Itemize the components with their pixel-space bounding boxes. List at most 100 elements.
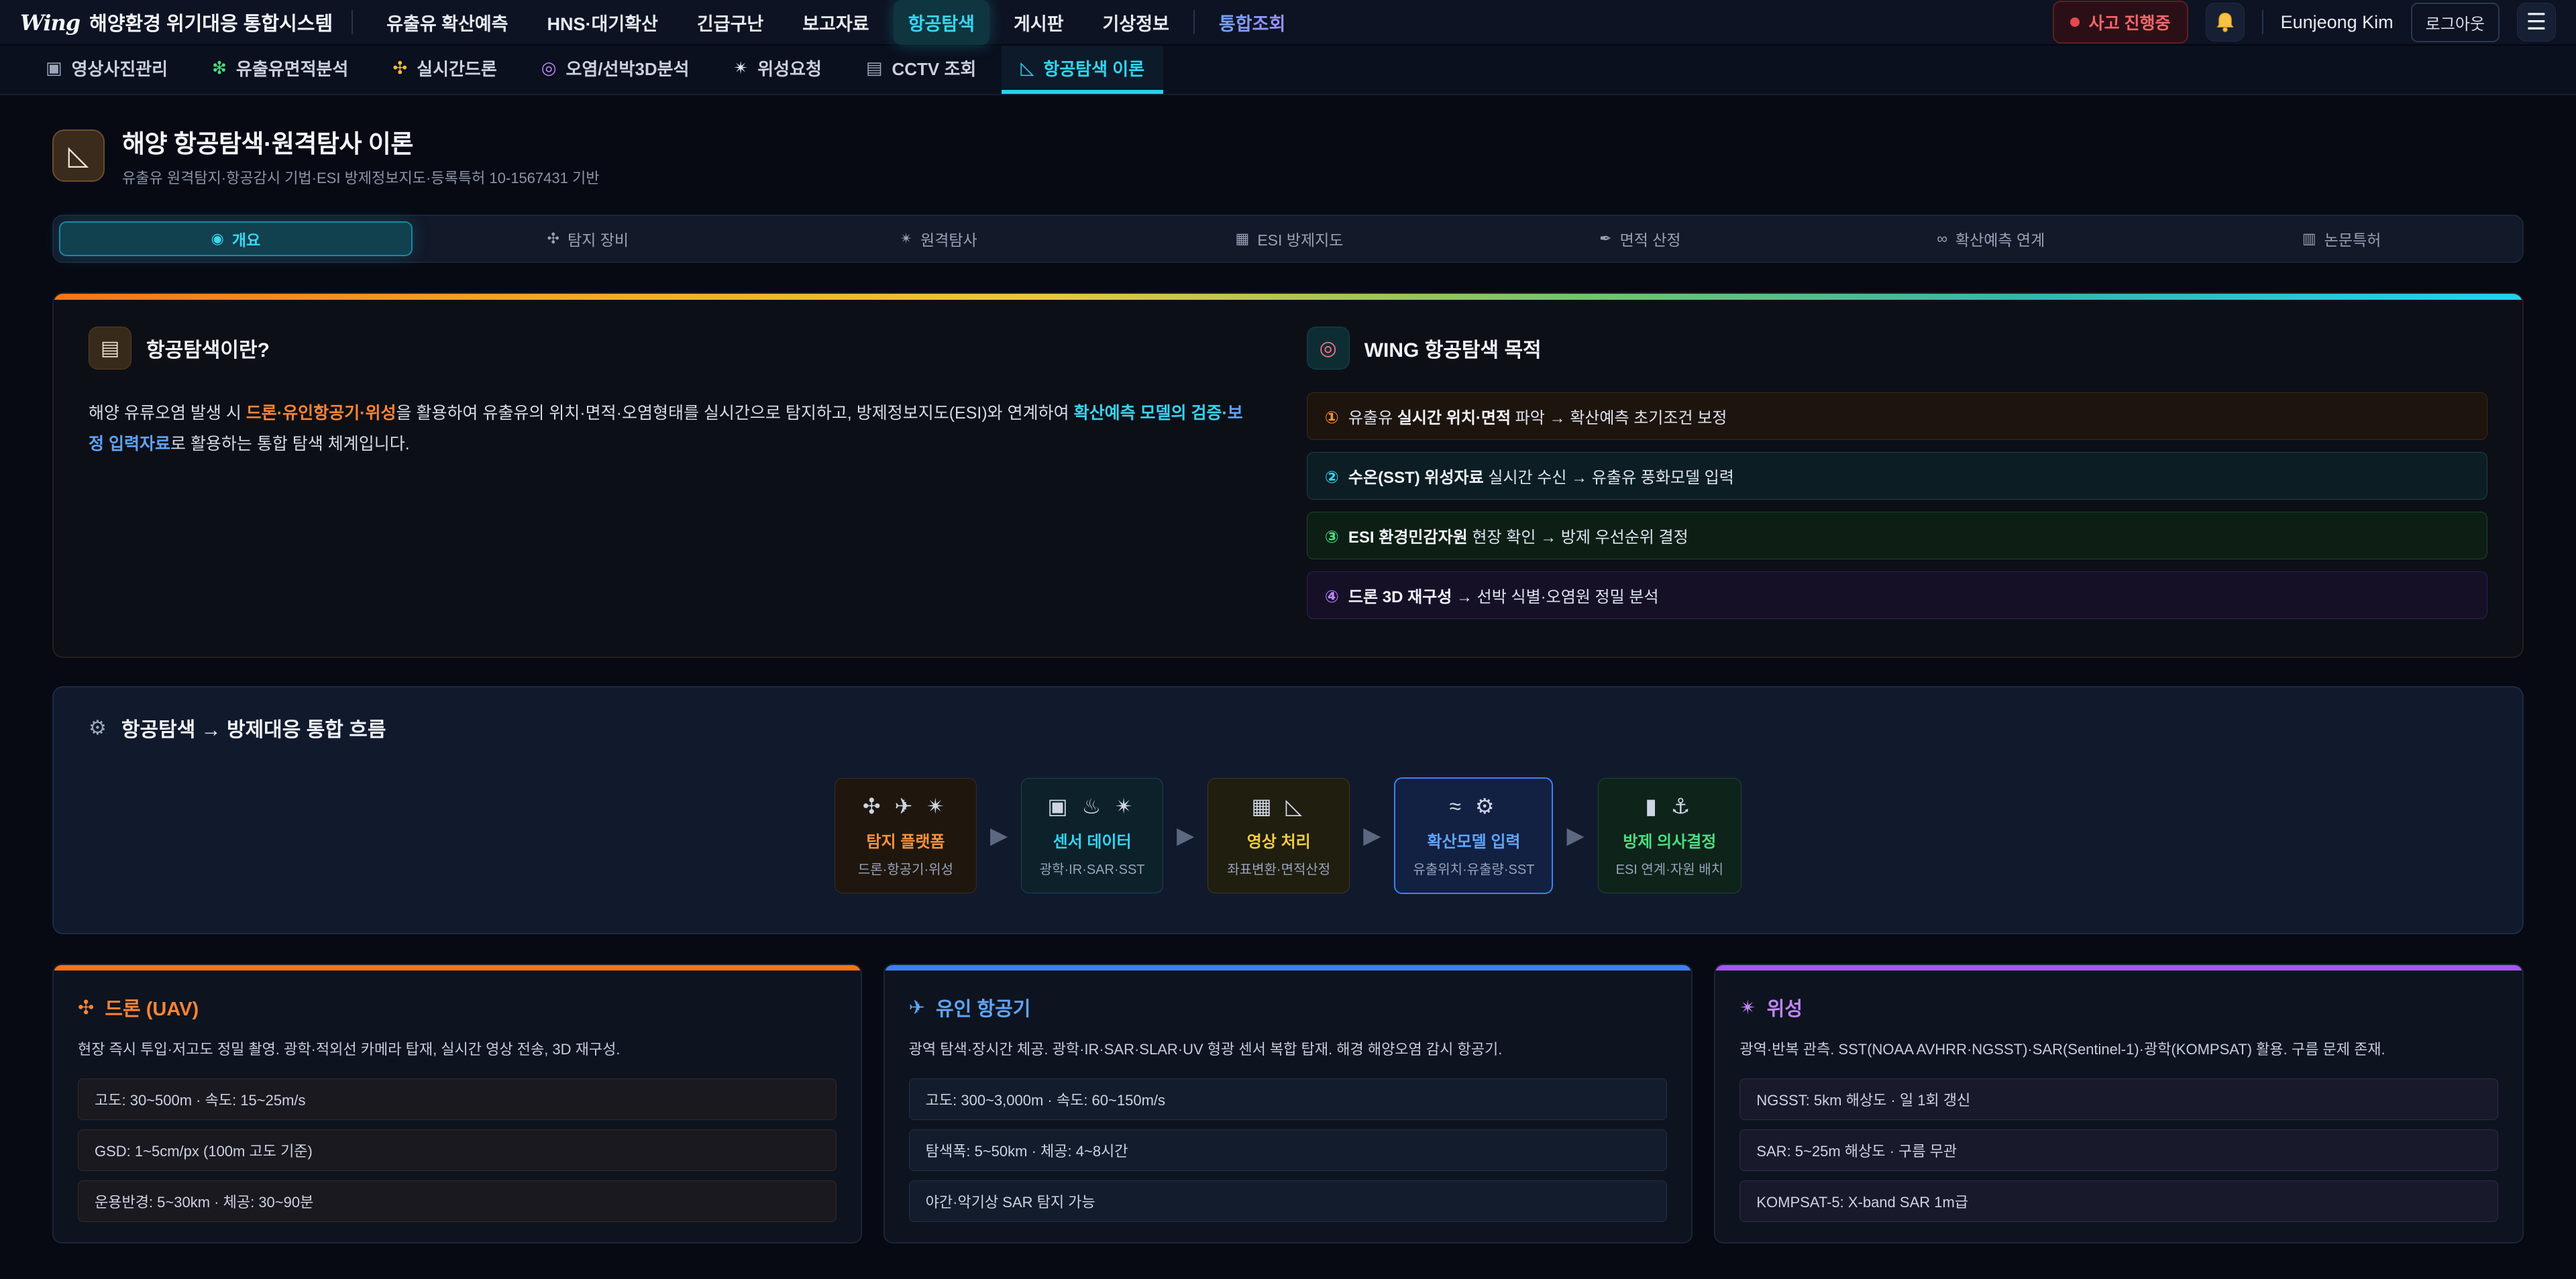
tab-label: ESI 방제지도 (1257, 227, 1343, 250)
tab-papers-patents[interactable]: ▥ 논문특허 (2166, 221, 2517, 256)
subtab-label: 항공탐색 이론 (1043, 56, 1144, 80)
text-segment: 해양 유류오염 발생 시 (89, 404, 246, 423)
subtab-label: 유출유면적분석 (236, 56, 348, 80)
flow-step-title: 확산모델 입력 (1413, 828, 1534, 852)
area-analysis-icon: ❇ (212, 58, 227, 78)
subtab-aerial-search-theory[interactable]: ◺ 항공탐색 이론 (1002, 46, 1163, 94)
platform-icons: ✣ ✈ ✴ (853, 793, 959, 819)
subtab-label: 실시간드론 (417, 56, 497, 80)
decision-icons: ▮ ⚓ (1616, 793, 1723, 819)
satellite-icon: ✴ (900, 230, 912, 247)
platform-desc: 광역·반복 관측. SST(NOAA AVHRR·NGSST)·SAR(Sent… (1739, 1038, 2498, 1061)
subtab-pollution-ship-3d[interactable]: ◎ 오염/선박3D분석 (523, 46, 708, 94)
item-number: ③ (1325, 527, 1339, 547)
what-is-section: ▤ 항공탐색이란? 해양 유류오염 발생 시 드론·유인항공기·위성을 활용하여… (89, 327, 1246, 619)
bell-icon (2215, 11, 2235, 33)
subtab-label: 영상사진관리 (72, 56, 168, 80)
drone-icon: ✣ (547, 230, 559, 247)
flow-step-subtitle: 유출위치·유출량·SST (1413, 858, 1534, 878)
purpose-item-3: ③ ESI 환경민감자원 현장 확인 → 방제 우선순위 결정 (1307, 512, 2487, 559)
platform-desc: 현장 즉시 투입·저고도 정밀 촬영. 광학·적외선 카메라 탑재, 실시간 영… (78, 1038, 837, 1061)
header-divider-2 (2262, 10, 2263, 34)
incident-status-label: 사고 진행중 (2089, 10, 2171, 34)
flow-steps: ✣ ✈ ✴ 탐지 플랫폼 드론·항공기·위성 ▶ ▣ ♨ ✴ 센서 데이터 광학… (89, 777, 2487, 894)
flow-step-title: 탐지 플랫폼 (853, 828, 959, 852)
link-icon: ∞ (1937, 230, 1947, 247)
page-title: 해양 항공탐색·원격탐사 이론 (122, 123, 599, 160)
top-header: Wing 해양환경 위기대응 통합시스템 유출유 확산예측 HNS·대기확산 긴… (0, 0, 2576, 46)
tab-esi-map[interactable]: ▦ ESI 방제지도 (1114, 221, 1465, 256)
tab-diffusion-link[interactable]: ∞ 확산예측 연계 (1815, 221, 2166, 256)
spec-row: NGSST: 5km 해상도 · 일 1회 갱신 (1739, 1078, 2498, 1120)
flow-step-subtitle: 좌표변환·면적산정 (1226, 858, 1332, 878)
arrow-right-icon: ▶ (990, 822, 1008, 849)
subtab-image-photo-mgmt[interactable]: ▣ 영상사진관리 (27, 46, 186, 94)
nav-item-reports[interactable]: 보고자료 (788, 0, 883, 45)
subtab-oil-area-analysis[interactable]: ❇ 유출유면적분석 (193, 46, 367, 94)
platform-title: 유인 항공기 (936, 993, 1030, 1021)
tab-detection-equipment[interactable]: ✣ 탐지 장비 (413, 221, 763, 256)
logout-button[interactable]: 로그아웃 (2411, 3, 2500, 42)
incident-status-badge[interactable]: 사고 진행중 (2053, 1, 2188, 44)
nav-item-weather[interactable]: 기상정보 (1088, 0, 1184, 45)
gradient-top-bar (54, 294, 2522, 300)
page-title-icon: ◺ (52, 129, 105, 182)
tab-remote-sensing[interactable]: ✴ 원격탐사 (763, 221, 1114, 256)
globe-icon: ◉ (211, 230, 224, 247)
drone-icon: ✣ (392, 58, 407, 78)
purpose-list: ① 유출유 실시간 위치·면적 파악 → 확산예측 초기조건 보정 ② 수온(S… (1307, 392, 2487, 619)
menu-button[interactable]: ☰ (2517, 3, 2556, 42)
item-number: ④ (1325, 587, 1339, 607)
text-segment-cyan: 확산예측 모델의 검증· (1074, 404, 1228, 423)
flow-step-image-processing: ▦ ◺ 영상 처리 좌표변환·면적산정 (1208, 778, 1350, 893)
sensor-icons: ▣ ♨ ✴ (1039, 793, 1145, 819)
page-content: ◺ 해양 항공탐색·원격탐사 이론 유출유 원격탐지·항공감시 기법·ESI 방… (0, 95, 2576, 1270)
spec-row: KOMPSAT-5: X-band SAR 1m급 (1739, 1180, 2498, 1222)
purpose-title: WING 항공탐색 목적 (1364, 333, 1542, 363)
header-right: 사고 진행중 Eunjeong Kim 로그아웃 ☰ (2053, 1, 2556, 44)
nav-item-aerial-search[interactable]: 항공탐색 (894, 0, 989, 45)
tab-label: 면적 산정 (1620, 227, 1681, 250)
what-is-paragraph: 해양 유류오염 발생 시 드론·유인항공기·위성을 활용하여 유출유의 위치·면… (89, 398, 1246, 460)
spec-row: 고도: 300~3,000m · 속도: 60~150m/s (909, 1078, 1668, 1120)
spec-row: SAR: 5~25m 해상도 · 구름 무관 (1739, 1129, 2498, 1171)
brand-wordmark: Wing (20, 10, 80, 36)
subtab-cctv[interactable]: ▤ CCTV 조회 (847, 46, 995, 94)
notification-bell-button[interactable] (2206, 3, 2245, 42)
tab-area-calculation[interactable]: ✒ 면적 산정 (1464, 221, 1815, 256)
nav-item-board[interactable]: 게시판 (999, 0, 1079, 45)
subtab-label: CCTV 조회 (892, 56, 977, 80)
model-icons: ≈ ⚙ (1413, 793, 1534, 819)
subtab-realtime-drone[interactable]: ✣ 실시간드론 (374, 46, 515, 94)
flow-step-subtitle: 드론·항공기·위성 (853, 858, 959, 878)
subtab-satellite-request[interactable]: ✴ 위성요청 (714, 46, 840, 94)
nav-item-spill-prediction[interactable]: 유출유 확산예측 (372, 0, 523, 45)
app-logo[interactable]: Wing 해양환경 위기대응 통합시스템 (20, 8, 333, 36)
flow-step-title: 영상 처리 (1226, 828, 1332, 852)
manned-aircraft-card: ✈ 유인 항공기 광역 탐색·장시간 체공. 광학·IR·SAR·SLAR·UV… (883, 964, 1693, 1243)
tab-label: 탐지 장비 (568, 227, 629, 250)
item-number: ① (1325, 408, 1339, 428)
drone-card: ✣ 드론 (UAV) 현장 즉시 투입·저고도 정밀 촬영. 광학·적외선 카메… (52, 964, 862, 1243)
nav-item-hns[interactable]: HNS·대기확산 (533, 0, 673, 45)
flow-step-sensor-data: ▣ ♨ ✴ 센서 데이터 광학·IR·SAR·SST (1021, 778, 1163, 893)
platform-cards: ✣ 드론 (UAV) 현장 즉시 투입·저고도 정밀 촬영. 광학·적외선 카메… (52, 964, 2524, 1270)
nav-item-rescue[interactable]: 긴급구난 (682, 0, 778, 45)
flow-title: 항공탐색 → 방제대응 통합 흐름 (121, 713, 386, 742)
tab-label: 논문특허 (2324, 227, 2381, 250)
arrow-right-icon: ▶ (1363, 822, 1381, 849)
arrow-right-icon: ▶ (1177, 822, 1194, 849)
nav-item-integrated-search[interactable]: 통합조회 (1204, 0, 1300, 45)
flow-card: ⚙ 항공탐색 → 방제대응 통합 흐름 ✣ ✈ ✴ 탐지 플랫폼 드론·항공기·… (52, 686, 2524, 934)
clipboard-icon: ▤ (89, 327, 131, 370)
tab-overview[interactable]: ◉ 개요 (59, 221, 413, 256)
flow-step-detection-platform: ✣ ✈ ✴ 탐지 플랫폼 드론·항공기·위성 (835, 778, 977, 893)
item-number: ② (1325, 467, 1339, 488)
spec-row: 운용반경: 5~30km · 체공: 30~90분 (78, 1180, 837, 1222)
purpose-section: ◎ WING 항공탐색 목적 ① 유출유 실시간 위치·면적 파악 → 확산예측… (1307, 327, 2487, 619)
system-title: 해양환경 위기대응 통합시스템 (89, 8, 333, 36)
platform-title: 드론 (UAV) (105, 993, 199, 1021)
purpose-item-4: ④ 드론 3D 재구성 → 선박 식별·오염원 정밀 분석 (1307, 571, 2487, 619)
drone-icon: ✣ (78, 996, 94, 1019)
page-header: ◺ 해양 항공탐색·원격탐사 이론 유출유 원격탐지·항공감시 기법·ESI 방… (52, 123, 2524, 188)
